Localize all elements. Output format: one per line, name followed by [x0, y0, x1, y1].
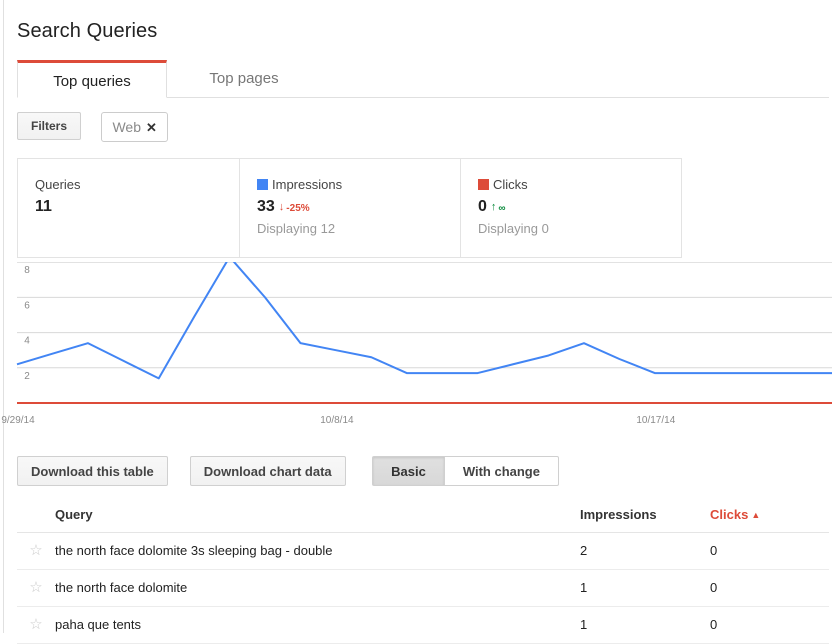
chart-svg: 2 4 6 8 9/29/14 10/8/14 10/17/14: [1, 262, 832, 426]
sort-ascending-icon: ▲: [751, 510, 761, 520]
chart-x-tick-label: 10/8/14: [320, 415, 354, 426]
chart-y-tick-label: 8: [24, 265, 30, 276]
toggle-with-change[interactable]: With change: [443, 456, 559, 486]
header-clicks[interactable]: Clicks ▲: [710, 498, 829, 533]
view-toggle-group: Basic With change: [372, 456, 559, 486]
card-impressions-delta: -25%: [286, 203, 310, 214]
table-row[interactable]: ☆ the north face dolomite 3s sleeping bag…: [17, 532, 829, 570]
query-link[interactable]: the north face dolomite 3s sleeping bag …: [55, 543, 333, 558]
row-star-cell: ☆: [17, 606, 55, 644]
card-impressions: Impressions 33 ↓ -25% Displaying 12: [239, 159, 460, 257]
filter-chip-web[interactable]: Web ✕: [101, 112, 168, 142]
card-impressions-label-text: Impressions: [272, 177, 343, 192]
card-clicks-sub: Displaying 0: [478, 221, 549, 236]
star-icon[interactable]: ☆: [29, 617, 42, 632]
tab-bar: Top queries Top pages: [17, 60, 829, 98]
impressions-clicks-chart: 2 4 6 8 9/29/14 10/8/14 10/17/14: [0, 262, 832, 434]
page-title: Search Queries: [17, 20, 158, 42]
card-impressions-value: 33 ↓ -25%: [257, 197, 460, 218]
card-clicks-label-text: Clicks: [493, 177, 528, 192]
impressions-color-swatch-icon: [257, 179, 268, 190]
row-impressions-cell: 1: [580, 569, 710, 607]
toggle-basic[interactable]: Basic: [372, 456, 444, 486]
filter-row: Filters Web ✕: [17, 112, 168, 142]
tab-top-queries[interactable]: Top queries: [17, 60, 167, 98]
tab-top-queries-label: Top queries: [53, 73, 131, 90]
summary-cards: Queries 11 Impressions 33 ↓ -25% Displayin…: [17, 158, 682, 258]
close-icon[interactable]: ✕: [146, 120, 157, 135]
download-this-table-button[interactable]: Download this table: [17, 456, 168, 486]
table-row[interactable]: ☆ paha que tents 1 0: [17, 606, 829, 644]
arrow-up-icon: ↑: [490, 201, 497, 213]
star-icon[interactable]: ☆: [29, 543, 42, 558]
card-clicks-delta: ∞: [498, 203, 506, 214]
filters-button[interactable]: Filters: [17, 112, 82, 140]
row-star-cell: ☆: [17, 532, 55, 570]
filter-chip-label: Web: [112, 119, 142, 135]
queries-table: Query Impressions Clicks ▲ ☆ the north fac…: [17, 498, 829, 644]
card-clicks-number: 0: [478, 198, 487, 215]
queries-table-body: ☆ the north face dolomite 3s sleeping bag…: [17, 532, 829, 644]
row-query-cell: the north face dolomite 3s sleeping bag …: [55, 532, 580, 570]
header-impressions[interactable]: Impressions: [580, 498, 710, 533]
chart-x-tick-label: 10/17/14: [636, 415, 675, 426]
row-clicks-cell: 0: [710, 532, 829, 570]
card-impressions-number: 33: [257, 198, 275, 215]
row-impressions-cell: 2: [580, 532, 710, 570]
card-clicks-value: 0 ↑ ∞: [478, 197, 681, 218]
card-clicks-label: Clicks: [478, 177, 681, 193]
header-star: [17, 498, 55, 533]
star-icon[interactable]: ☆: [29, 580, 42, 595]
chart-y-tick-label: 2: [24, 371, 30, 382]
header-clicks-label: Clicks: [710, 507, 749, 522]
card-queries-value: 11: [35, 198, 52, 215]
chart-y-tick-label: 4: [24, 336, 30, 347]
chart-series-impressions: [16, 262, 832, 380]
card-clicks: Clicks 0 ↑ ∞ Displaying 0: [460, 159, 681, 257]
tab-top-pages[interactable]: Top pages: [169, 60, 319, 98]
queries-table-header-row: Query Impressions Clicks ▲: [17, 498, 829, 533]
download-chart-data-button[interactable]: Download chart data: [189, 456, 346, 486]
arrow-down-icon: ↓: [278, 201, 285, 213]
query-link[interactable]: paha que tents: [55, 617, 141, 632]
card-queries: Queries 11: [18, 159, 239, 257]
row-clicks-cell: 0: [710, 569, 829, 607]
row-impressions-cell: 1: [580, 606, 710, 644]
card-queries-label: Queries: [35, 177, 81, 192]
card-impressions-label: Impressions: [257, 177, 460, 193]
header-query[interactable]: Query: [55, 498, 580, 533]
row-clicks-cell: 0: [710, 606, 829, 644]
chart-x-tick-label: 9/29/14: [1, 415, 35, 426]
tab-top-pages-label: Top pages: [209, 70, 279, 87]
clicks-color-swatch-icon: [478, 179, 489, 190]
chart-y-tick-label: 6: [24, 300, 30, 311]
row-star-cell: ☆: [17, 569, 55, 607]
card-impressions-sub: Displaying 12: [257, 221, 336, 236]
table-row[interactable]: ☆ the north face dolomite 1 0: [17, 569, 829, 607]
row-query-cell: paha que tents: [55, 606, 580, 644]
chart-actions: Download this table Download chart data B…: [17, 456, 559, 486]
query-link[interactable]: the north face dolomite: [55, 580, 187, 595]
queries-table-head: Query Impressions Clicks ▲: [17, 498, 829, 533]
row-query-cell: the north face dolomite: [55, 569, 580, 607]
